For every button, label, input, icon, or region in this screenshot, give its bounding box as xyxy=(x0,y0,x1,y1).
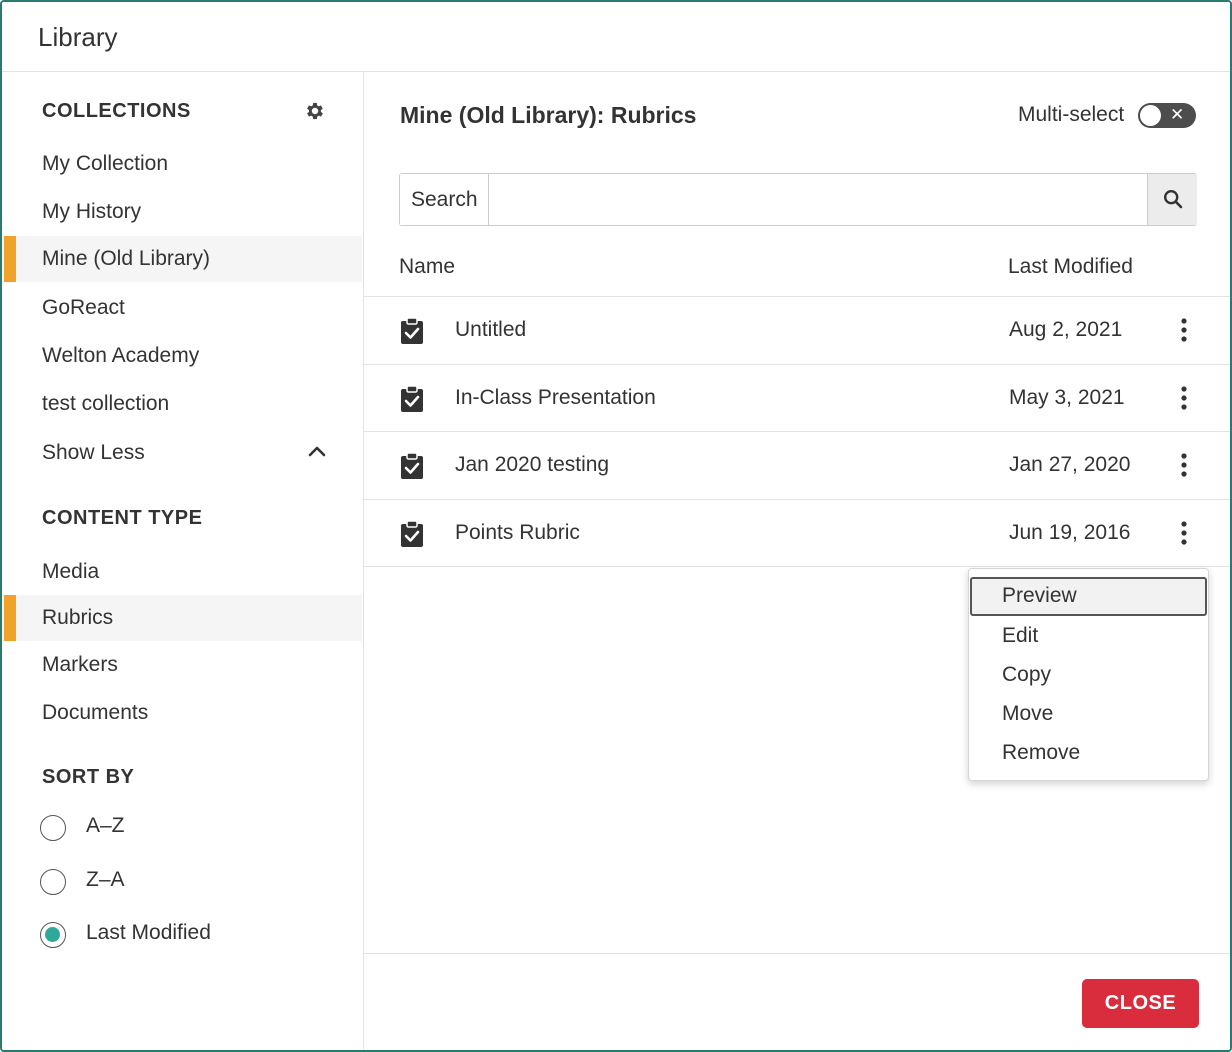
sort-option-last-modified[interactable]: Last Modified xyxy=(40,920,340,950)
multi-select-label: Multi-select xyxy=(1018,103,1125,126)
close-button[interactable]: CLOSE xyxy=(1082,979,1199,1028)
table-row[interactable]: Points Rubric Jun 19, 2016 xyxy=(364,500,1230,567)
menu-item-edit[interactable]: Edit xyxy=(970,617,1207,656)
main-panel: Mine (Old Library): Rubrics Multi-select… xyxy=(364,72,1230,1050)
close-icon: ✕ xyxy=(1170,105,1185,124)
row-name: In-Class Presentation xyxy=(455,386,656,409)
clipboard-check-icon xyxy=(401,385,423,412)
collection-label: My History xyxy=(42,200,142,223)
menu-item-copy[interactable]: Copy xyxy=(970,656,1207,695)
search-group: Search xyxy=(399,173,1197,226)
content-type-label: Documents xyxy=(42,701,149,724)
clipboard-check-icon xyxy=(401,520,423,547)
search-icon xyxy=(1163,189,1183,209)
clipboard-check-icon xyxy=(401,452,423,479)
content-type-heading: CONTENT TYPE xyxy=(42,507,203,529)
footer-divider xyxy=(364,953,1230,954)
row-name: Untitled xyxy=(455,318,527,341)
chevron-up-icon xyxy=(308,446,326,457)
row-date: Jan 27, 2020 xyxy=(1009,453,1131,476)
table-divider xyxy=(364,566,1230,567)
clipboard-check-icon xyxy=(401,317,423,344)
table-row[interactable]: Untitled Aug 2, 2021 xyxy=(364,297,1230,364)
library-dialog: Library COLLECTIONS My Collection My His… xyxy=(0,0,1232,1052)
more-vertical-icon[interactable] xyxy=(1172,520,1196,546)
row-name: Points Rubric xyxy=(455,521,580,544)
table-row[interactable]: In-Class Presentation May 3, 2021 xyxy=(364,365,1230,432)
row-name: Jan 2020 testing xyxy=(455,453,610,476)
collections-heading: COLLECTIONS xyxy=(42,100,191,122)
search-addon-label: Search xyxy=(400,174,489,225)
search-button[interactable] xyxy=(1147,174,1197,225)
sort-option-a-z[interactable]: A–Z xyxy=(40,813,340,843)
table-row[interactable]: Jan 2020 testing Jan 27, 2020 xyxy=(364,432,1230,499)
menu-item-move[interactable]: Move xyxy=(970,695,1207,734)
search-input[interactable] xyxy=(489,174,1147,225)
content-type-item-media[interactable]: Media xyxy=(2,549,362,595)
collection-label: Welton Academy xyxy=(42,344,200,367)
toggle-knob xyxy=(1140,105,1161,126)
show-less-label: Show Less xyxy=(42,441,145,464)
show-less-toggle[interactable]: Show Less xyxy=(2,430,362,476)
page-title: Mine (Old Library): Rubrics xyxy=(400,102,697,128)
collection-label: Mine (Old Library) xyxy=(42,247,211,270)
menu-item-label: Move xyxy=(1002,702,1054,725)
collection-item-my-collection[interactable]: My Collection xyxy=(2,141,362,187)
menu-item-label: Remove xyxy=(1002,741,1081,764)
radio-button[interactable] xyxy=(40,869,66,895)
more-vertical-icon[interactable] xyxy=(1172,317,1196,343)
column-header-name[interactable]: Name xyxy=(399,255,455,279)
content-type-label: Markers xyxy=(42,653,118,676)
row-date: Jun 19, 2016 xyxy=(1009,521,1131,544)
row-date: May 3, 2021 xyxy=(1009,386,1125,409)
more-vertical-icon[interactable] xyxy=(1172,385,1196,411)
menu-item-label: Edit xyxy=(1002,624,1039,647)
menu-item-remove[interactable]: Remove xyxy=(970,734,1207,773)
radio-button[interactable] xyxy=(40,815,66,841)
collection-label: GoReact xyxy=(42,296,125,319)
dialog-header: Library xyxy=(2,2,1230,72)
menu-item-preview[interactable]: Preview xyxy=(970,577,1207,616)
content-type-label: Media xyxy=(42,560,100,583)
row-date: Aug 2, 2021 xyxy=(1009,318,1123,341)
gear-icon[interactable] xyxy=(304,100,326,122)
collection-item-my-history[interactable]: My History xyxy=(2,189,362,235)
menu-item-label: Preview xyxy=(1002,584,1077,607)
row-actions-menu: Preview Edit Copy Move Remove xyxy=(968,568,1209,781)
collection-item-mine-old-library[interactable]: Mine (Old Library) xyxy=(2,236,362,282)
content-type-item-markers[interactable]: Markers xyxy=(2,642,362,688)
sort-option-label: Z–A xyxy=(86,868,125,891)
content-type-item-rubrics[interactable]: Rubrics xyxy=(2,595,362,641)
column-header-last-modified[interactable]: Last Modified xyxy=(1008,255,1133,279)
sort-option-label: A–Z xyxy=(86,814,125,837)
collection-item-welton-academy[interactable]: Welton Academy xyxy=(2,333,362,379)
sort-option-z-a[interactable]: Z–A xyxy=(40,867,340,897)
multi-select-toggle[interactable]: ✕ xyxy=(1138,103,1196,128)
collection-item-goreact[interactable]: GoReact xyxy=(2,285,362,331)
more-vertical-icon[interactable] xyxy=(1172,452,1196,478)
dialog-title: Library xyxy=(38,22,118,52)
menu-item-label: Copy xyxy=(1002,663,1052,686)
content-type-item-documents[interactable]: Documents xyxy=(2,690,362,736)
collection-label: test collection xyxy=(42,392,170,415)
sort-by-heading: SORT BY xyxy=(42,766,135,788)
radio-button-checked[interactable] xyxy=(40,922,66,948)
collection-item-test-collection[interactable]: test collection xyxy=(2,381,362,427)
sort-option-label: Last Modified xyxy=(86,921,211,944)
collection-label: My Collection xyxy=(42,152,169,175)
content-type-label: Rubrics xyxy=(42,606,114,629)
sidebar: COLLECTIONS My Collection My History Min… xyxy=(2,72,364,1050)
